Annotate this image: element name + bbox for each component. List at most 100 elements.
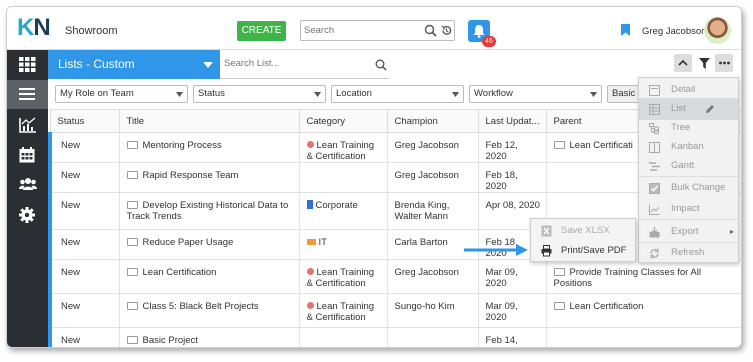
cell-status[interactable]: New [48,259,120,294]
cell-title[interactable]: Rapid Response Team [118,162,300,193]
search-icon[interactable] [375,59,387,71]
list-search-input[interactable] [224,58,364,69]
sidebar-item-settings[interactable] [7,200,48,229]
create-button[interactable]: CREATE [237,21,286,41]
cell-category[interactable]: Lean Training & Certification [298,259,388,294]
cell-title[interactable]: Lean Certification [118,259,300,294]
logo[interactable]: KN [17,14,51,42]
more-options-button[interactable] [715,54,733,72]
cell-status[interactable]: New [48,162,120,193]
category-color-icon [306,200,313,209]
sidebar [7,50,48,347]
table-row[interactable]: NewBasic Project Feb 14, 2020 [48,327,741,347]
cell-status[interactable]: New [48,229,120,260]
bookmark-icon[interactable] [621,24,630,36]
view-selector[interactable]: Lists - Custom [48,50,220,79]
cell-title[interactable]: Develop Existing Historical Data to Trac… [118,192,300,230]
user-name[interactable]: Greg Jacobson [642,26,706,37]
category-color-icon [306,302,314,309]
sidebar-item-calendar[interactable] [7,140,48,169]
filter-button[interactable] [695,54,713,72]
cell-status[interactable]: New [48,293,120,328]
pencil-icon[interactable] [705,104,715,114]
cell-category[interactable] [298,327,388,347]
sidebar-item-teams[interactable] [7,170,48,199]
cell-status[interactable]: New [48,192,120,230]
people-icon [19,178,37,190]
avatar[interactable] [704,17,731,44]
table-row[interactable]: New Class 5: Black Belt Projects Lean Trai… [48,293,741,328]
collapse-button[interactable] [674,54,692,72]
column-header-last-updated[interactable]: Last Updat... [477,109,547,133]
grid-icon [19,57,36,72]
category-color-icon [306,268,314,275]
menu-item-refresh[interactable]: Refresh [639,242,738,264]
cell-champion[interactable] [386,327,479,347]
top-bar: KN Showroom CREATE 46 Greg Jacobson [7,7,741,50]
checkbox-icon [649,183,660,194]
column-header-champion[interactable]: Champion [386,109,479,133]
cell-champion[interactable]: Greg Jacobson [386,132,479,163]
cell-parent[interactable]: Lean Certification [545,293,741,328]
export-icon [649,227,660,238]
filter-role[interactable]: My Role on Team [55,85,188,103]
column-header-status[interactable]: Status [49,109,120,133]
folder-icon [553,141,565,149]
cell-title[interactable]: Class 5: Black Belt Projects [118,293,300,328]
filter-location[interactable]: Location [331,85,464,103]
kanban-icon [649,142,660,153]
workspace-name[interactable]: Showroom [65,25,118,37]
export-submenu: Save XLSX Print/Save PDF [530,218,636,262]
sidebar-item-apps[interactable] [7,50,48,79]
folder-icon [126,201,138,209]
submenu-item-print-save-pdf[interactable]: Print/Save PDF [531,241,635,261]
cell-category[interactable] [298,162,388,193]
cell-category[interactable]: IT [298,229,388,260]
impact-chart-icon [649,204,660,215]
cell-status[interactable]: New [48,132,120,163]
cell-champion[interactable]: Greg Jacobson [386,259,479,294]
cell-title[interactable]: Basic Project [118,327,300,347]
sidebar-item-reports[interactable] [7,110,48,139]
cell-status[interactable]: New [48,327,120,347]
cell-parent[interactable]: Provide Training Classes for All Positio… [545,259,741,294]
sidebar-item-lists[interactable] [7,80,48,109]
folder-icon [553,268,565,276]
cell-champion[interactable]: Sungo-ho Kim [386,293,479,328]
cell-parent[interactable] [545,327,741,347]
column-header-title[interactable]: Title [118,109,300,133]
filter-icon [699,58,710,69]
app-window: KN Showroom CREATE 46 Greg Jacobson [6,6,742,348]
cell-category[interactable]: Lean Training & Certification [298,293,388,328]
search-input[interactable] [304,23,414,38]
folder-icon [126,238,138,246]
notification-count-badge: 46 [482,36,496,47]
cell-title[interactable]: Reduce Paper Usage [118,229,300,260]
filter-status[interactable]: Status [193,85,326,103]
cell-champion[interactable]: Brenda King, Walter Mann [386,192,479,230]
folder-icon [126,268,138,276]
menu-item-gantt[interactable]: Gantt [639,155,738,177]
cell-title[interactable]: Mentoring Process [118,132,300,163]
submenu-item-save-xlsx[interactable]: Save XLSX [531,221,635,241]
category-color-icon [306,239,316,245]
caret-down-icon [314,92,321,97]
cell-last-updated: Feb 14, 2020 [477,327,547,347]
table-row[interactable]: New Lean Certification Lean Training & Cer… [48,259,741,294]
filter-workflow[interactable]: Workflow [469,85,602,103]
refresh-icon [650,248,659,259]
history-icon[interactable] [440,24,453,37]
cell-category[interactable]: Corporate [298,192,388,230]
list-icon [19,88,35,100]
cell-champion[interactable]: Greg Jacobson [386,162,479,193]
menu-item-bulk-change[interactable]: Bulk Change [639,177,738,199]
cell-category[interactable]: Lean Training & Certification [298,132,388,163]
menu-item-export[interactable]: Export ▸ [639,221,738,243]
tree-icon [649,123,659,134]
menu-item-impact[interactable]: Impact [639,198,738,220]
search-icon[interactable] [424,24,437,37]
column-header-category[interactable]: Category [298,109,388,133]
folder-icon [553,302,565,310]
caret-down-icon [203,62,213,68]
chart-icon [19,117,36,133]
